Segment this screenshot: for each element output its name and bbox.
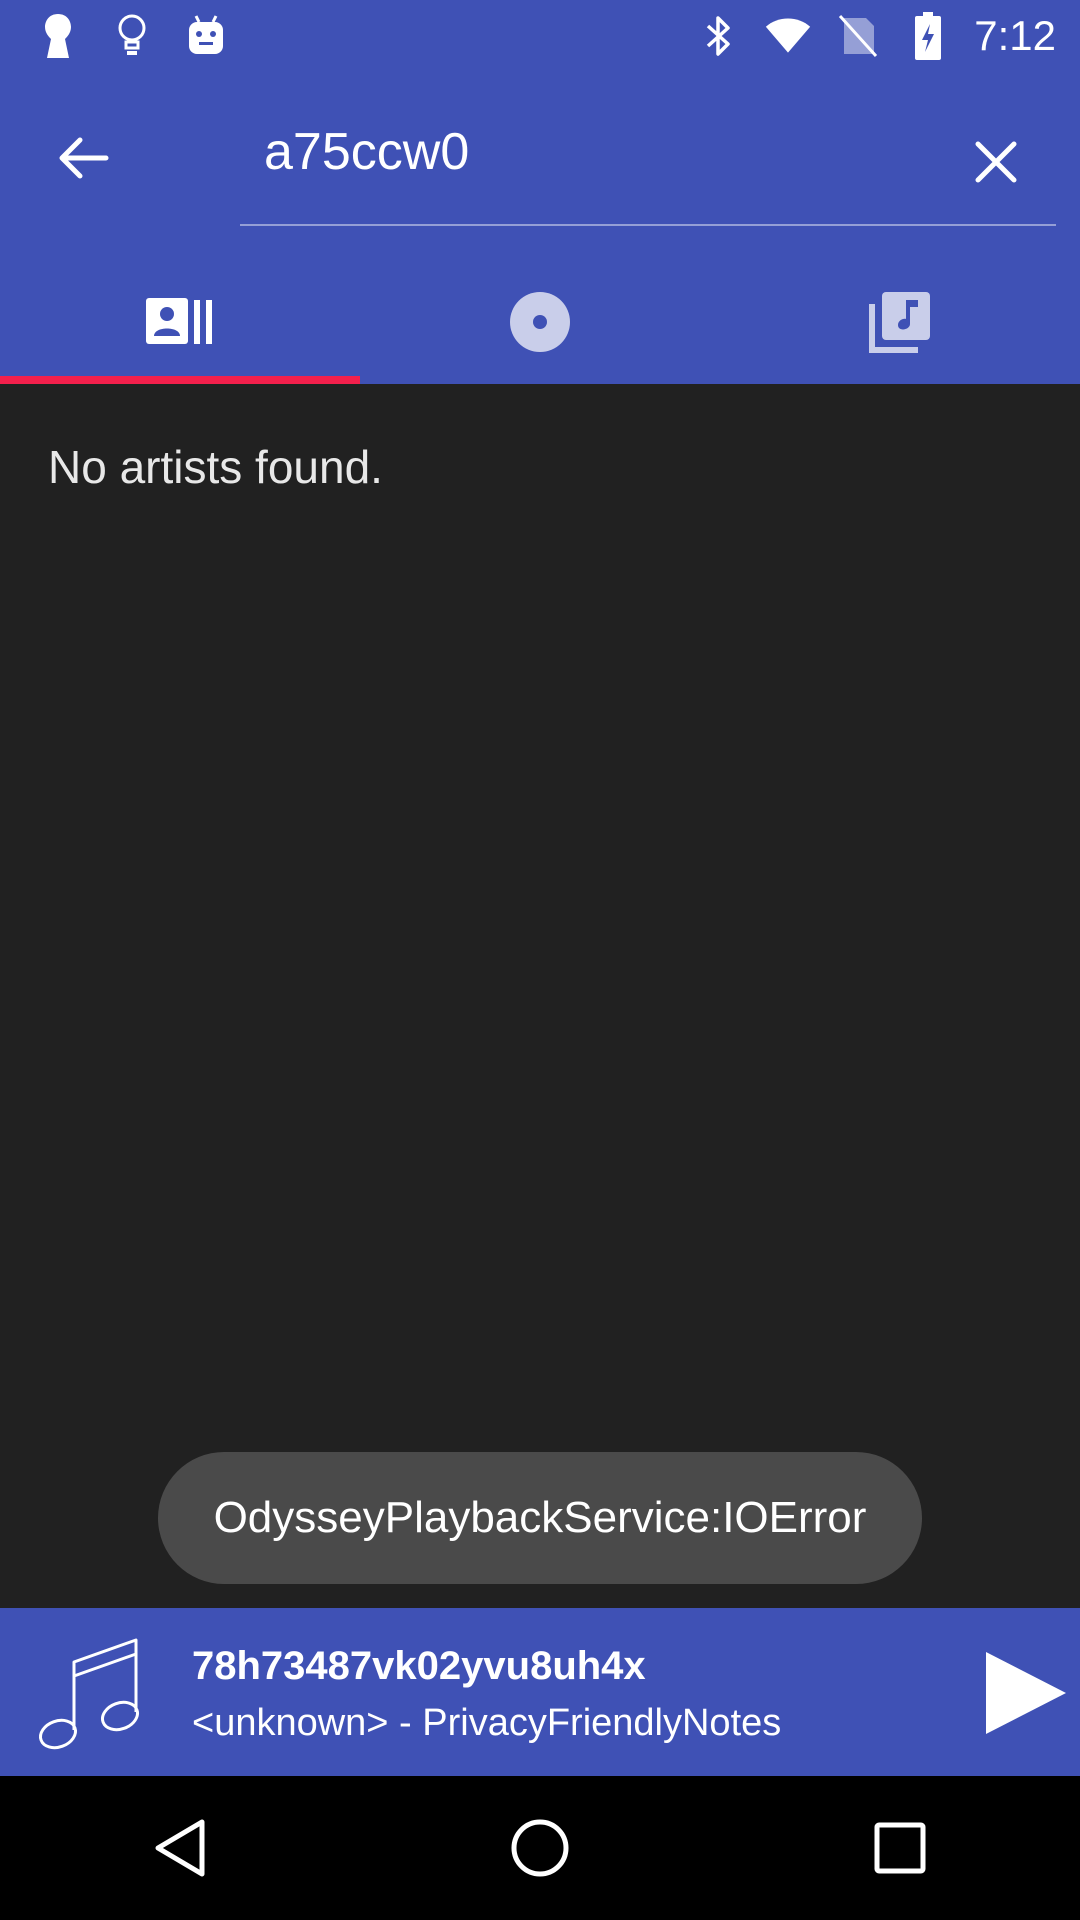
- search-tabs: [0, 260, 1080, 384]
- back-nav-icon: [155, 1819, 205, 1877]
- search-input[interactable]: [240, 112, 940, 192]
- bluetooth-icon: [694, 12, 742, 60]
- toast-message: OdysseyPlaybackService:IOError: [158, 1452, 922, 1584]
- play-icon[interactable]: [980, 1648, 1070, 1738]
- status-bar-left-icons: [34, 12, 230, 60]
- tab-tracks[interactable]: [720, 260, 1080, 384]
- no-sim-icon: [834, 12, 882, 60]
- status-bar-clock: 7:12: [974, 12, 1056, 59]
- search-underline: [240, 224, 1056, 226]
- status-bar: 7:12: [0, 0, 1080, 72]
- tracks-icon: [869, 292, 930, 353]
- status-bar-right-icons: 7:12: [694, 0, 1056, 72]
- tab-artists[interactable]: [0, 260, 360, 384]
- music-note-icon: [39, 1638, 139, 1750]
- artists-icon: [146, 298, 212, 344]
- wifi-icon: [764, 12, 812, 60]
- battery-charging-icon: [904, 12, 952, 60]
- recents-nav-icon: [874, 1822, 926, 1874]
- now-playing-subtitle: <unknown> - PrivacyFriendlyNotes: [192, 1702, 782, 1744]
- home-nav-icon: [511, 1819, 569, 1877]
- now-playing-bar[interactable]: 78h73487vk02yvu8uh4x <unknown> - Privacy…: [0, 1608, 1080, 1776]
- clear-search-button[interactable]: [964, 130, 1028, 194]
- keyhole-icon: [34, 12, 82, 60]
- nav-recents-button[interactable]: [840, 1788, 960, 1908]
- nav-home-button[interactable]: [480, 1788, 600, 1908]
- album-icon: [510, 292, 570, 352]
- lightbulb-icon: [108, 12, 156, 60]
- android-icon: [182, 12, 230, 60]
- search-results-content: No artists found.: [0, 384, 1080, 1608]
- nav-back-button[interactable]: [120, 1788, 240, 1908]
- tab-albums[interactable]: [360, 260, 720, 384]
- empty-results-message: No artists found.: [48, 441, 383, 493]
- arrow-left-icon: [59, 137, 109, 179]
- now-playing-title: 78h73487vk02yvu8uh4x: [192, 1644, 646, 1688]
- search-toolbar: [0, 72, 1080, 384]
- back-button[interactable]: [52, 126, 116, 190]
- system-nav-bar: [0, 1776, 1080, 1920]
- close-icon: [975, 141, 1017, 183]
- tab-selected-indicator: [0, 376, 360, 384]
